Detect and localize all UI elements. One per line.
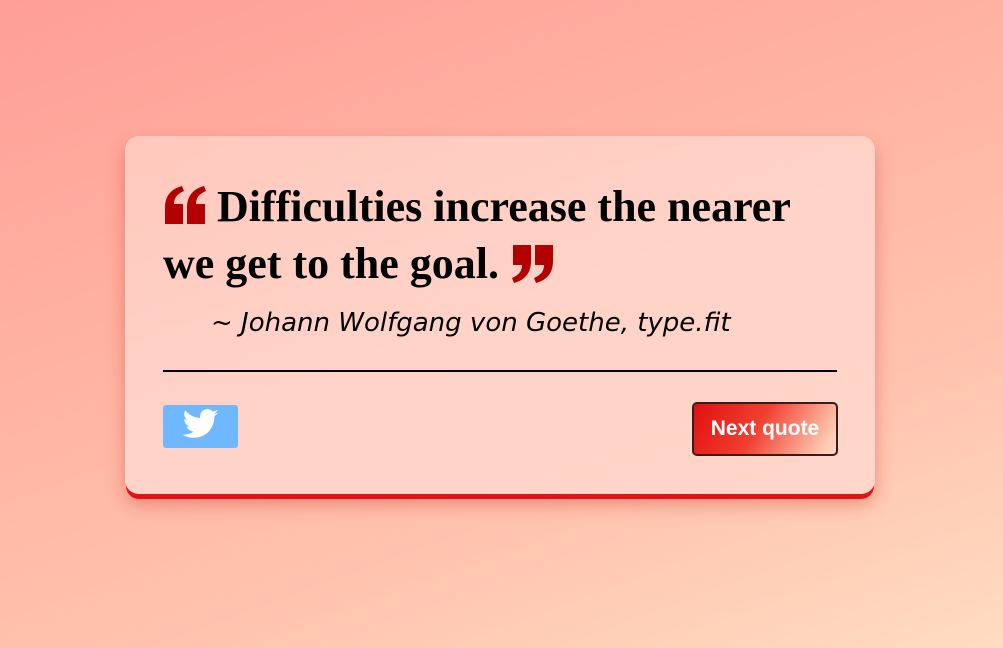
next-quote-button[interactable]: Next quote [692, 402, 838, 456]
divider [163, 370, 837, 372]
quote-text: Difficulties increase the nearer we get … [163, 182, 791, 288]
quote-author: ~ Johann Wolfgang von Goethe, type.fit [211, 308, 731, 338]
quote-text-block: Difficulties increase the nearer we get … [163, 178, 803, 292]
tweet-button[interactable] [163, 405, 238, 448]
quote-card: Difficulties increase the nearer we get … [125, 136, 875, 494]
twitter-bird-icon [182, 409, 219, 444]
open-quote-icon [163, 186, 207, 224]
close-quote-icon [511, 245, 555, 283]
